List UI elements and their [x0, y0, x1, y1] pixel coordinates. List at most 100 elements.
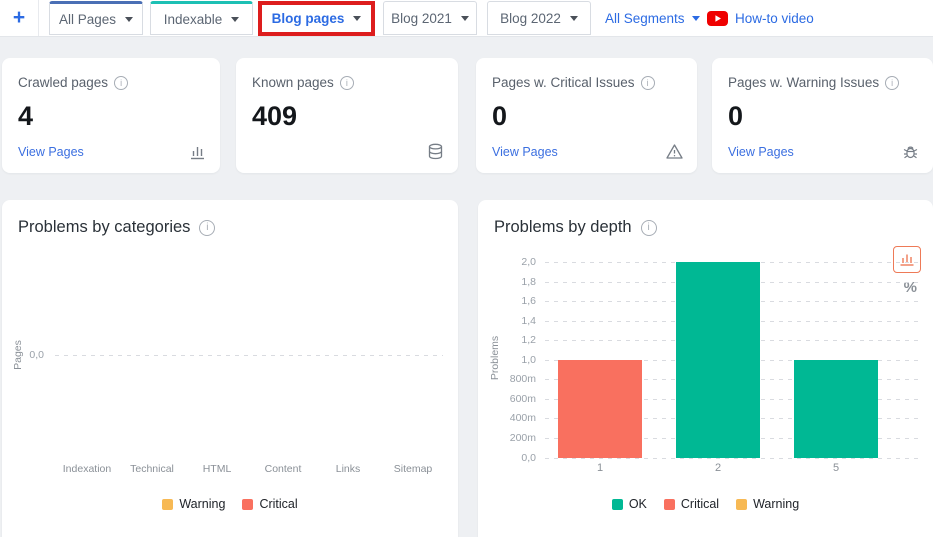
card-title-text: Crawled pages: [18, 75, 109, 90]
tab-blog-pages[interactable]: Blog pages: [262, 5, 371, 32]
card-title-text: Pages w. Warning Issues: [728, 75, 880, 90]
card-value: 0: [728, 101, 744, 131]
card-title-text: Pages w. Critical Issues: [492, 75, 635, 90]
legend-label: Warning: [753, 497, 800, 511]
y-tick-label: 600m: [509, 392, 536, 405]
x-tick-label: 5: [832, 462, 840, 474]
tab-label: Blog 2022: [500, 10, 561, 26]
chevron-down-icon: [691, 15, 700, 21]
tab-blog-2021[interactable]: Blog 2021: [383, 1, 477, 35]
y-tick-label: 1,0: [521, 353, 536, 366]
tab-label: All Pages: [58, 11, 117, 27]
chevron-down-icon: [569, 15, 578, 21]
card-value: 409: [252, 101, 298, 131]
view-pages-link[interactable]: View Pages: [728, 145, 794, 159]
legend-label: OK: [628, 497, 647, 511]
category-label: Links: [335, 463, 361, 475]
warning-triangle-icon: [665, 142, 684, 161]
legend-label: Warning: [179, 497, 226, 511]
card-known-pages: Known pages 409: [236, 58, 458, 173]
how-to-video-link[interactable]: How-to video: [707, 0, 814, 36]
chart-legend: OK Critical Warning: [478, 497, 933, 511]
y-tick-label: 200m: [509, 431, 536, 444]
category-label: Indexation: [62, 463, 112, 475]
chevron-down-icon: [125, 16, 134, 22]
chevron-down-icon: [353, 16, 362, 21]
y-tick-label: 2,0: [521, 256, 536, 268]
legend-item[interactable]: Warning: [736, 497, 799, 511]
legend-label: Critical: [259, 497, 298, 511]
all-segments-label: All Segments: [605, 10, 685, 26]
tab-all-pages[interactable]: All Pages: [49, 1, 143, 35]
x-tick-label: 2: [714, 462, 722, 474]
legend-swatch: [162, 498, 174, 510]
card-title: Pages w. Warning Issues: [728, 75, 900, 90]
tab-blog-2022[interactable]: Blog 2022: [487, 1, 591, 35]
youtube-icon: [707, 10, 728, 26]
panel-problems-by-depth: Problems by depth % Problems OKCriticalW…: [478, 200, 933, 537]
y-tick-label: 400m: [509, 412, 536, 425]
legend-swatch: [736, 498, 748, 510]
chart-bar-depth-5: [794, 359, 878, 458]
card-value: 0: [492, 101, 508, 131]
legend-item[interactable]: Critical: [242, 497, 298, 511]
legend-item[interactable]: Critical: [663, 497, 720, 511]
gridline: [55, 355, 443, 356]
card-value: 4: [18, 101, 34, 131]
all-segments-dropdown[interactable]: All Segments: [605, 0, 700, 36]
tab-indexable[interactable]: Indexable: [150, 1, 253, 35]
chart-bar-depth-1: [558, 359, 642, 458]
y-tick-label: 1,8: [521, 275, 536, 288]
category-label: HTML: [202, 463, 232, 475]
y-tick-label: 800m: [509, 373, 536, 386]
legend-swatch: [242, 498, 254, 510]
x-tick-label: 1: [596, 462, 604, 474]
legend-item[interactable]: OK: [611, 497, 647, 511]
legend-item[interactable]: Warning: [162, 497, 225, 511]
chart-legend: Warning Critical: [2, 497, 458, 511]
legend-swatch: [663, 498, 675, 510]
legend-label: Critical: [680, 497, 720, 511]
site-audit-dashboard: + All Pages Indexable Blog pages Blog 20…: [0, 0, 933, 537]
card-warning-issues: Pages w. Warning Issues 0 View Pages: [712, 58, 933, 173]
legend-swatch: [611, 498, 623, 510]
category-label: Sitemap: [393, 463, 433, 475]
info-icon[interactable]: [640, 75, 655, 90]
chevron-down-icon: [231, 16, 240, 22]
chevron-down-icon: [460, 15, 469, 21]
depth-chart: Problems OK Critical Warning 2,0 1,8 1,6 1,4 1…: [478, 200, 933, 537]
category-label: Content: [264, 463, 302, 475]
y-tick-label: 0,0: [521, 451, 536, 464]
info-icon[interactable]: [885, 75, 900, 90]
card-title: Crawled pages: [18, 75, 129, 90]
y-tick-label: 1,6: [521, 295, 536, 308]
y-tick-label: 0,0: [29, 349, 44, 361]
card-title: Pages w. Critical Issues: [492, 75, 655, 90]
tab-label: Blog pages: [271, 11, 345, 26]
panel-problems-by-categories: Problems by categories Pages 0,0 Indexat…: [2, 200, 458, 537]
categories-chart: Pages 0,0 Indexation Technical HTML Content…: [2, 200, 458, 537]
annotation-red-box: Blog pages: [258, 1, 375, 36]
view-pages-link[interactable]: View Pages: [18, 145, 84, 159]
bug-icon: [901, 142, 920, 161]
y-tick-label: 1,4: [521, 314, 536, 327]
card-crawled-pages: Crawled pages 4 View Pages: [2, 58, 220, 173]
add-segment-button[interactable]: +: [0, 0, 38, 36]
tab-label: Indexable: [163, 11, 223, 27]
bar-chart-icon: [188, 142, 207, 161]
y-tick-label: 1,2: [521, 334, 536, 347]
category-label: Technical: [130, 463, 174, 475]
view-pages-link[interactable]: View Pages: [492, 145, 558, 159]
card-title-text: Known pages: [252, 75, 334, 90]
database-icon: [426, 142, 445, 161]
gridline: [545, 457, 918, 459]
info-icon[interactable]: [114, 75, 129, 90]
chart-bar-depth-2: [676, 262, 760, 458]
tab-label: Blog 2021: [391, 10, 452, 26]
card-critical-issues: Pages w. Critical Issues 0 View Pages: [476, 58, 697, 173]
info-icon[interactable]: [339, 75, 354, 90]
divider: [38, 0, 39, 36]
segments-tab-bar: + All Pages Indexable Blog pages Blog 20…: [0, 0, 933, 37]
how-to-video-label: How-to video: [735, 10, 814, 26]
card-title: Known pages: [252, 75, 354, 90]
